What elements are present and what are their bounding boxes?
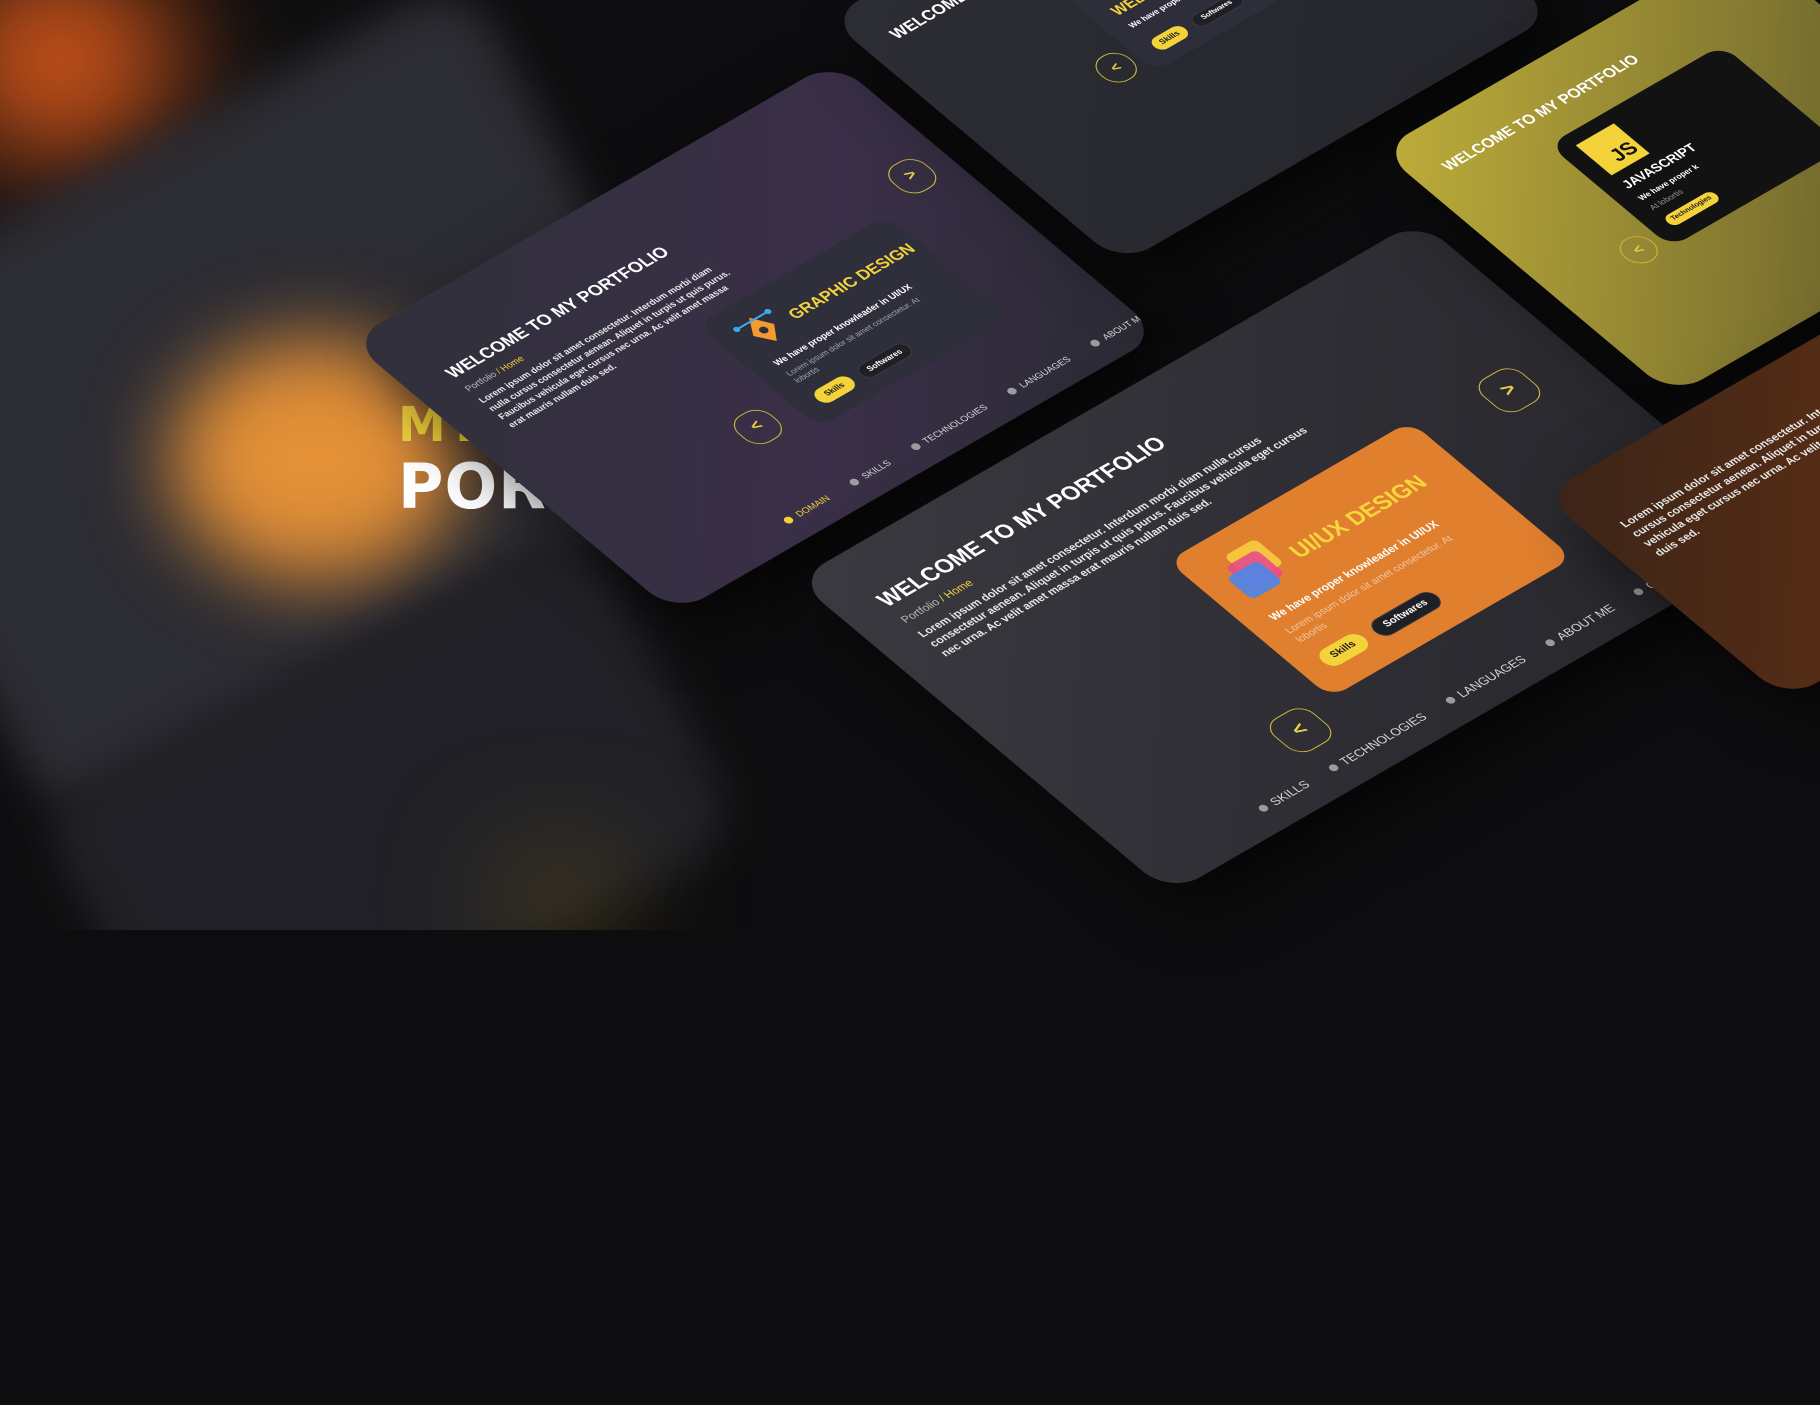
languages-icon [1443,695,1458,705]
skills-chip[interactable]: Skills [1313,630,1374,670]
cv-icon [1631,586,1646,597]
card-title: UI/UX DESIGN [1283,470,1433,563]
skills-chip[interactable]: Skills [810,373,860,406]
info-icon [1543,638,1557,648]
skills-chip[interactable]: Skills [1147,23,1192,53]
technologies-icon [1326,763,1341,773]
